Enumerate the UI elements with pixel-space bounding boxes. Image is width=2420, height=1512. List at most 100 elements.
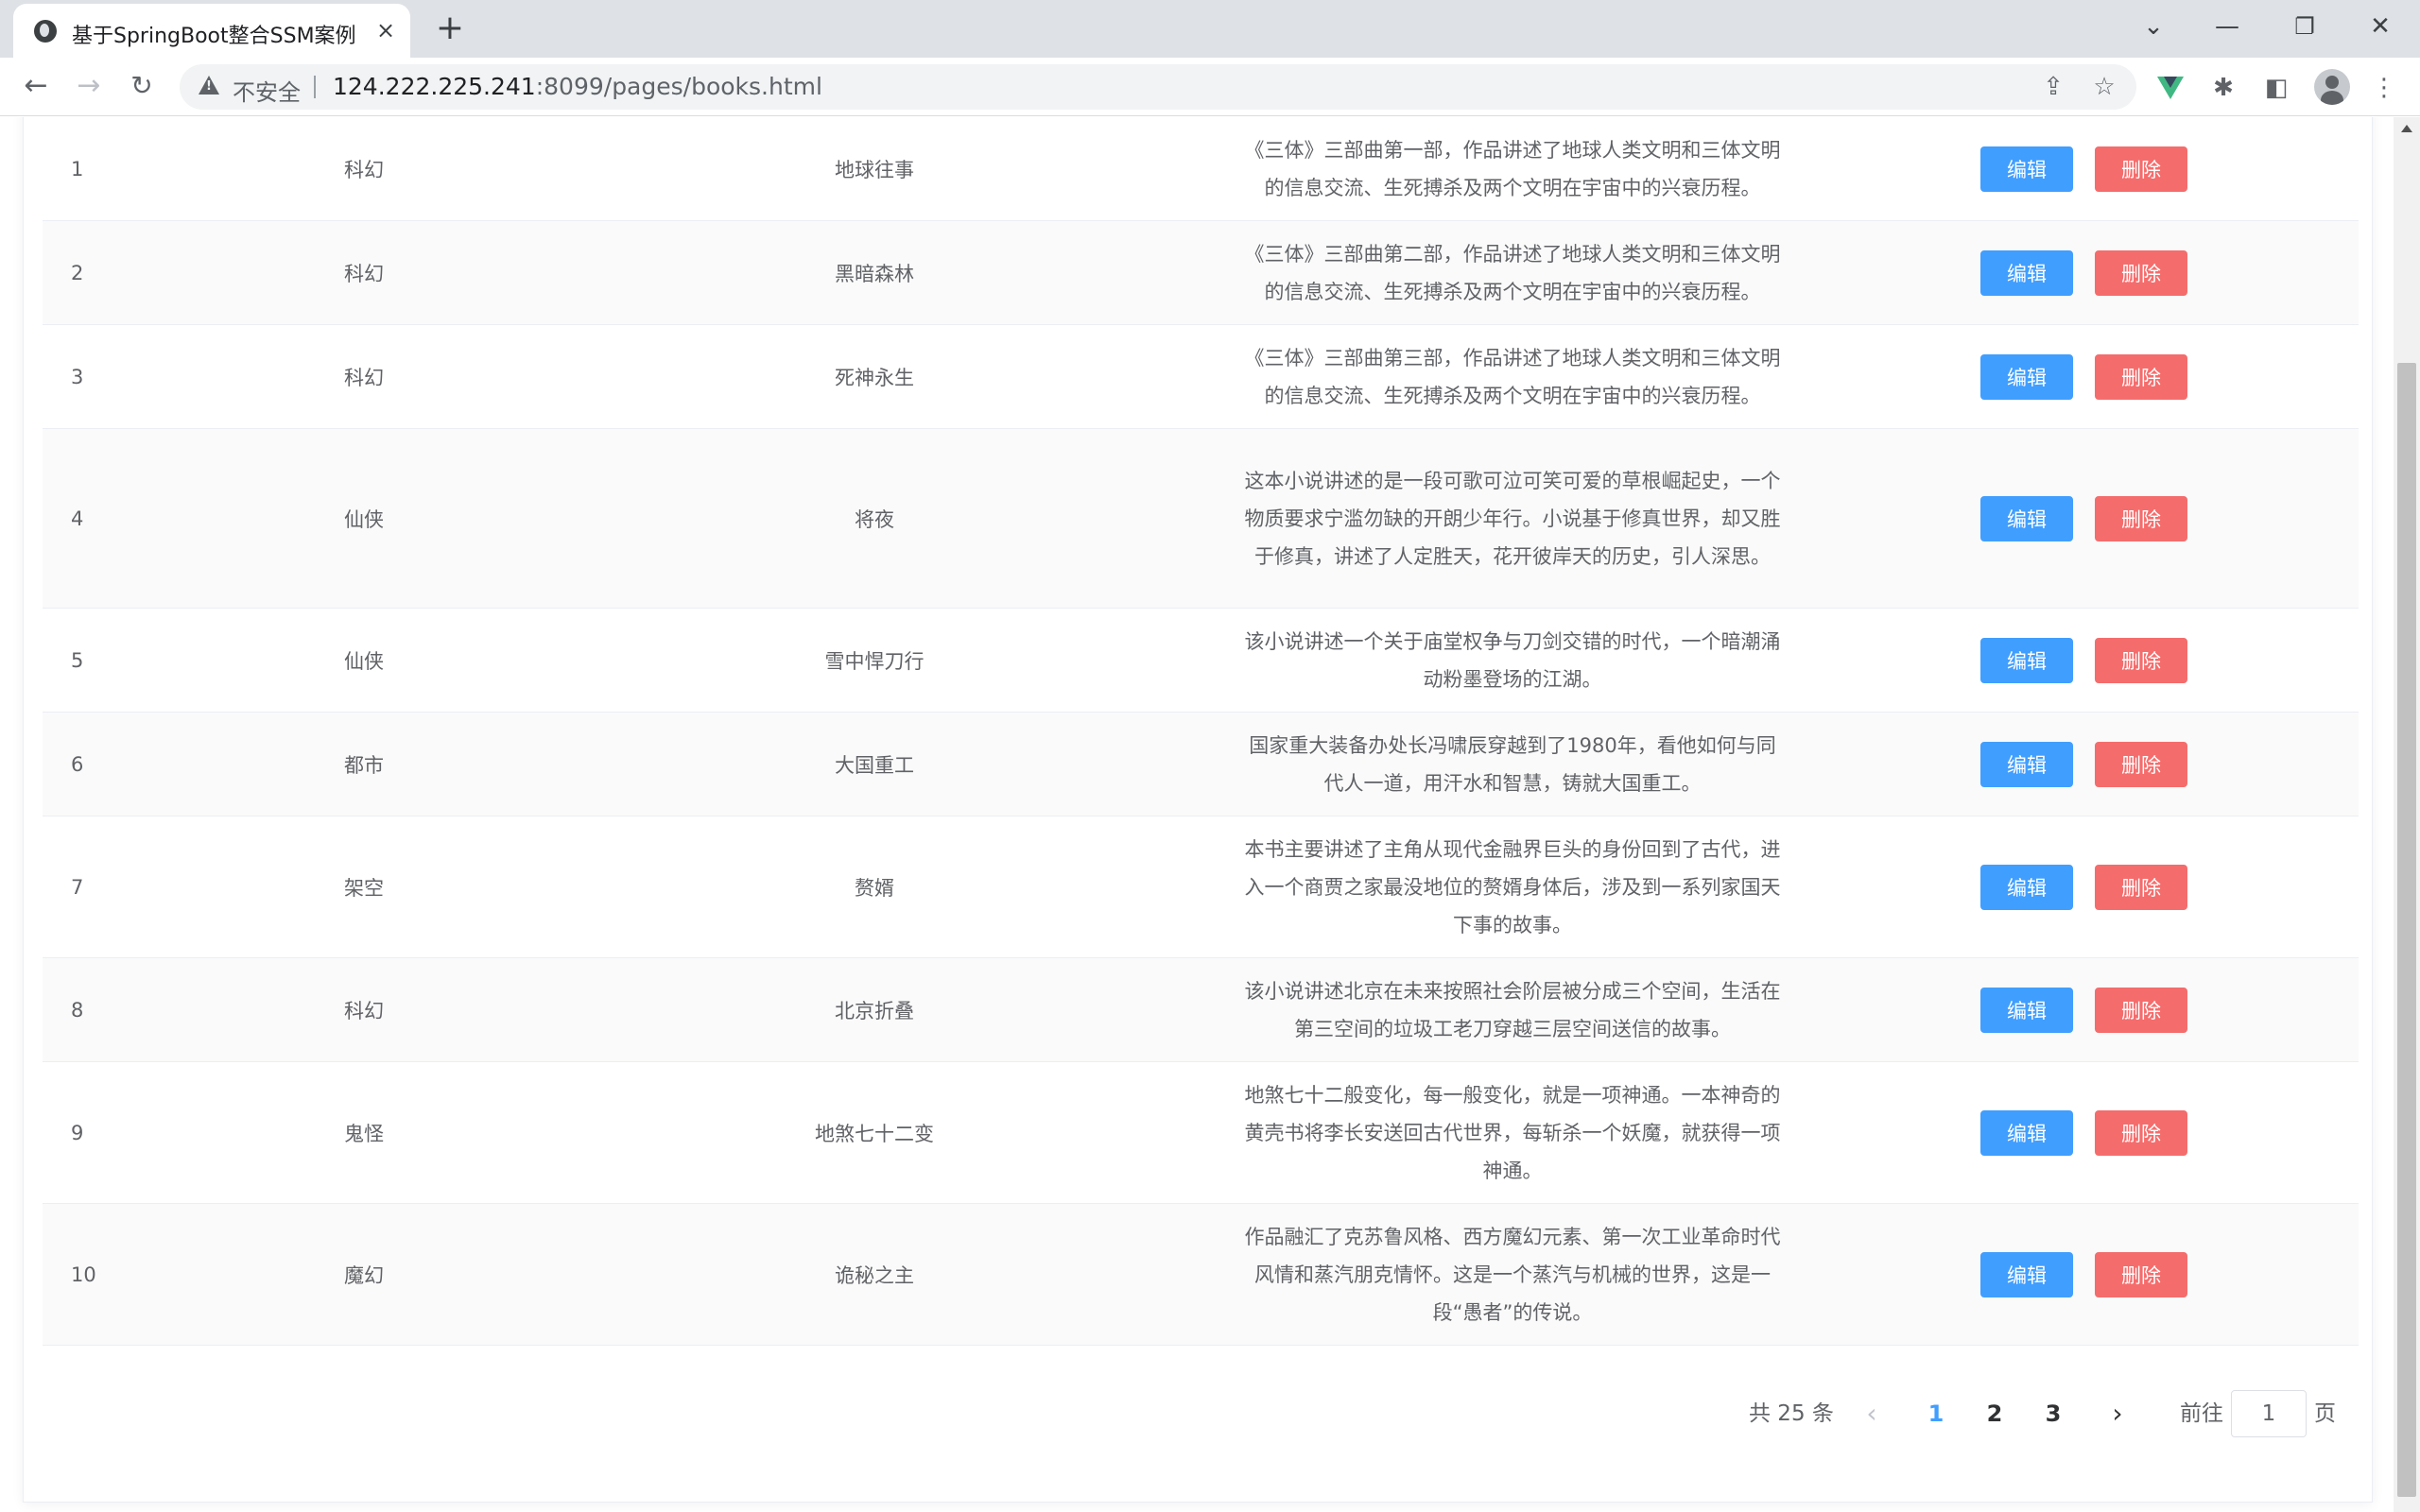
tab-strip: 基于SpringBoot整合SSM案例 × + ⌄ — ❐ ✕ <box>0 0 2420 58</box>
cell-description: 该小说讲述一个关于庙堂权争与刀剑交错的时代，一个暗潮涌动粉墨登场的江湖。 <box>1244 629 1781 691</box>
delete-button[interactable]: 删除 <box>2095 353 2187 400</box>
cell-description: 该小说讲述北京在未来按照社会阶层被分成三个空间，生活在第三空间的垃圾工老刀穿越三… <box>1244 979 1781 1040</box>
address-bar[interactable]: 不安全 124.222.225.241:8099/pages/books.htm… <box>180 64 2136 110</box>
prev-page-button[interactable]: ‹ <box>1853 1390 1891 1437</box>
page-button-2[interactable]: 2 <box>1976 1390 2014 1437</box>
table-row: 3 科幻 死神永生 《三体》三部曲第三部，作品讲述了地球人类文明和三体文明的信息… <box>43 325 2359 429</box>
edit-button[interactable]: 编辑 <box>1980 495 2073 541</box>
cell-actions: 编辑 删除 <box>1980 1062 2264 1203</box>
reload-icon[interactable]: ↻ <box>123 67 161 105</box>
cell-id: 8 <box>71 998 84 1022</box>
tab-search-icon[interactable]: ⌄ <box>2135 8 2172 45</box>
delete-button[interactable]: 删除 <box>2095 249 2187 296</box>
cell-id: 4 <box>71 507 84 530</box>
tab-close-icon[interactable]: × <box>372 17 399 43</box>
new-tab-button[interactable]: + <box>431 9 469 47</box>
delete-button[interactable]: 删除 <box>2095 741 2187 787</box>
share-icon[interactable]: ⇪ <box>2038 72 2068 102</box>
cell-name: 黑暗森林 <box>835 262 914 285</box>
cell-actions: 编辑 删除 <box>1980 609 2264 712</box>
cell-actions: 编辑 删除 <box>1980 325 2264 428</box>
cell-actions: 编辑 删除 <box>1980 816 2264 957</box>
edit-button[interactable]: 编辑 <box>1980 1109 2073 1156</box>
close-window-button[interactable]: ✕ <box>2361 8 2399 45</box>
warning-icon[interactable] <box>199 76 219 94</box>
back-arrow-icon[interactable]: ← <box>17 67 55 105</box>
edit-button[interactable]: 编辑 <box>1980 353 2073 400</box>
minimize-button[interactable]: — <box>2208 8 2246 45</box>
books-table: 1 科幻 地球往事 《三体》三部曲第一部，作品讲述了地球人类文明和三体文明的信息… <box>43 117 2359 1346</box>
cell-description: 本书主要讲述了主角从现代金融界巨头的身份回到了古代，进入一个商贾之家最没地位的赘… <box>1244 837 1781 936</box>
cell-description: 这本小说讲述的是一段可歌可泣可笑可爱的草根崛起史，一个物质要求宁滥勿缺的开朗少年… <box>1244 469 1781 568</box>
delete-button[interactable]: 删除 <box>2095 1251 2187 1297</box>
cell-name: 死神永生 <box>835 366 914 389</box>
page-button-3[interactable]: 3 <box>2034 1390 2072 1437</box>
page-button-1[interactable]: 1 <box>1917 1390 1955 1437</box>
cell-id: 7 <box>71 875 84 899</box>
cell-id: 1 <box>71 157 84 180</box>
goto-page-input[interactable]: 1 <box>2231 1390 2307 1437</box>
scroll-up-arrow-icon[interactable] <box>2401 125 2412 132</box>
cell-type: 仙侠 <box>344 649 384 673</box>
cell-name: 诡秘之主 <box>835 1263 914 1287</box>
cell-type: 都市 <box>344 753 384 777</box>
table-row: 1 科幻 地球往事 《三体》三部曲第一部，作品讲述了地球人类文明和三体文明的信息… <box>43 117 2359 221</box>
cell-name: 大国重工 <box>835 753 914 777</box>
cell-actions: 编辑 删除 <box>1980 713 2264 816</box>
table-row: 8 科幻 北京折叠 该小说讲述北京在未来按照社会阶层被分成三个空间，生活在第三空… <box>43 958 2359 1062</box>
forward-arrow-icon[interactable]: → <box>70 67 108 105</box>
edit-button[interactable]: 编辑 <box>1980 249 2073 296</box>
cell-actions: 编辑 删除 <box>1980 117 2264 220</box>
goto-label: 前往 <box>2180 1401 2223 1426</box>
cell-type: 仙侠 <box>344 507 384 531</box>
cell-id: 6 <box>71 752 84 776</box>
restore-button[interactable]: ❐ <box>2286 8 2324 45</box>
cell-type: 鬼怪 <box>344 1122 384 1145</box>
delete-button[interactable]: 删除 <box>2095 146 2187 192</box>
edit-button[interactable]: 编辑 <box>1980 987 2073 1033</box>
edit-button[interactable]: 编辑 <box>1980 146 2073 192</box>
edit-button[interactable]: 编辑 <box>1980 1251 2073 1297</box>
bookmark-star-icon[interactable]: ☆ <box>2089 72 2119 102</box>
delete-button[interactable]: 删除 <box>2095 495 2187 541</box>
browser-tab[interactable]: 基于SpringBoot整合SSM案例 × <box>13 4 410 58</box>
vue-devtools-icon[interactable] <box>2157 77 2184 99</box>
url-host: 124.222.225.241 <box>333 73 536 100</box>
table-row: 4 仙侠 将夜 这本小说讲述的是一段可歌可泣可笑可爱的草根崛起史，一个物质要求宁… <box>43 429 2359 609</box>
extensions-puzzle-icon[interactable]: ✱ <box>2208 73 2238 103</box>
url-text[interactable]: 124.222.225.241:8099/pages/books.html <box>333 73 822 100</box>
cell-name: 地球往事 <box>835 158 914 181</box>
table-row: 10 魔幻 诡秘之主 作品融汇了克苏鲁风格、西方魔幻元素、第一次工业革命时代风情… <box>43 1204 2359 1346</box>
delete-button[interactable]: 删除 <box>2095 864 2187 910</box>
table-row: 5 仙侠 雪中悍刀行 该小说讲述一个关于庙堂权争与刀剑交错的时代，一个暗潮涌动粉… <box>43 609 2359 713</box>
cell-description: 作品融汇了克苏鲁风格、西方魔幻元素、第一次工业革命时代风情和蒸汽朋克情怀。这是一… <box>1244 1225 1781 1324</box>
table-row: 9 鬼怪 地煞七十二变 地煞七十二般变化，每一般变化，就是一项神通。一本神奇的黄… <box>43 1062 2359 1204</box>
cell-description: 《三体》三部曲第一部，作品讲述了地球人类文明和三体文明的信息交流、生死搏杀及两个… <box>1244 138 1781 199</box>
globe-icon <box>34 20 57 43</box>
table-row: 2 科幻 黑暗森林 《三体》三部曲第二部，作品讲述了地球人类文明和三体文明的信息… <box>43 221 2359 325</box>
next-page-button[interactable]: › <box>2099 1390 2136 1437</box>
cell-type: 科幻 <box>344 366 384 389</box>
side-panel-icon[interactable]: ◧ <box>2261 73 2291 103</box>
cell-description: 《三体》三部曲第二部，作品讲述了地球人类文明和三体文明的信息交流、生死搏杀及两个… <box>1244 242 1781 303</box>
edit-button[interactable]: 编辑 <box>1980 864 2073 910</box>
books-card: 1 科幻 地球往事 《三体》三部曲第一部，作品讲述了地球人类文明和三体文明的信息… <box>23 117 2373 1503</box>
cell-name: 地煞七十二变 <box>815 1122 934 1145</box>
insecure-label[interactable]: 不安全 <box>233 74 301 107</box>
cell-name: 赘婿 <box>855 876 894 900</box>
delete-button[interactable]: 删除 <box>2095 1109 2187 1156</box>
edit-button[interactable]: 编辑 <box>1980 741 2073 787</box>
page-scrollbar[interactable] <box>2394 117 2420 1512</box>
delete-button[interactable]: 删除 <box>2095 637 2187 683</box>
profile-avatar-icon[interactable] <box>2314 69 2350 105</box>
more-menu-icon[interactable]: ⋮ <box>2369 73 2399 103</box>
cell-name: 北京折叠 <box>835 999 914 1022</box>
delete-button[interactable]: 删除 <box>2095 987 2187 1033</box>
page-suffix-label: 页 <box>2314 1401 2336 1426</box>
cell-actions: 编辑 删除 <box>1980 958 2264 1061</box>
cell-description: 《三体》三部曲第三部，作品讲述了地球人类文明和三体文明的信息交流、生死搏杀及两个… <box>1244 346 1781 407</box>
browser-toolbar: ← → ↻ 不安全 124.222.225.241:8099/pages/boo… <box>0 58 2420 116</box>
scrollbar-thumb[interactable] <box>2397 363 2416 1497</box>
edit-button[interactable]: 编辑 <box>1980 637 2073 683</box>
cell-actions: 编辑 删除 <box>1980 221 2264 324</box>
